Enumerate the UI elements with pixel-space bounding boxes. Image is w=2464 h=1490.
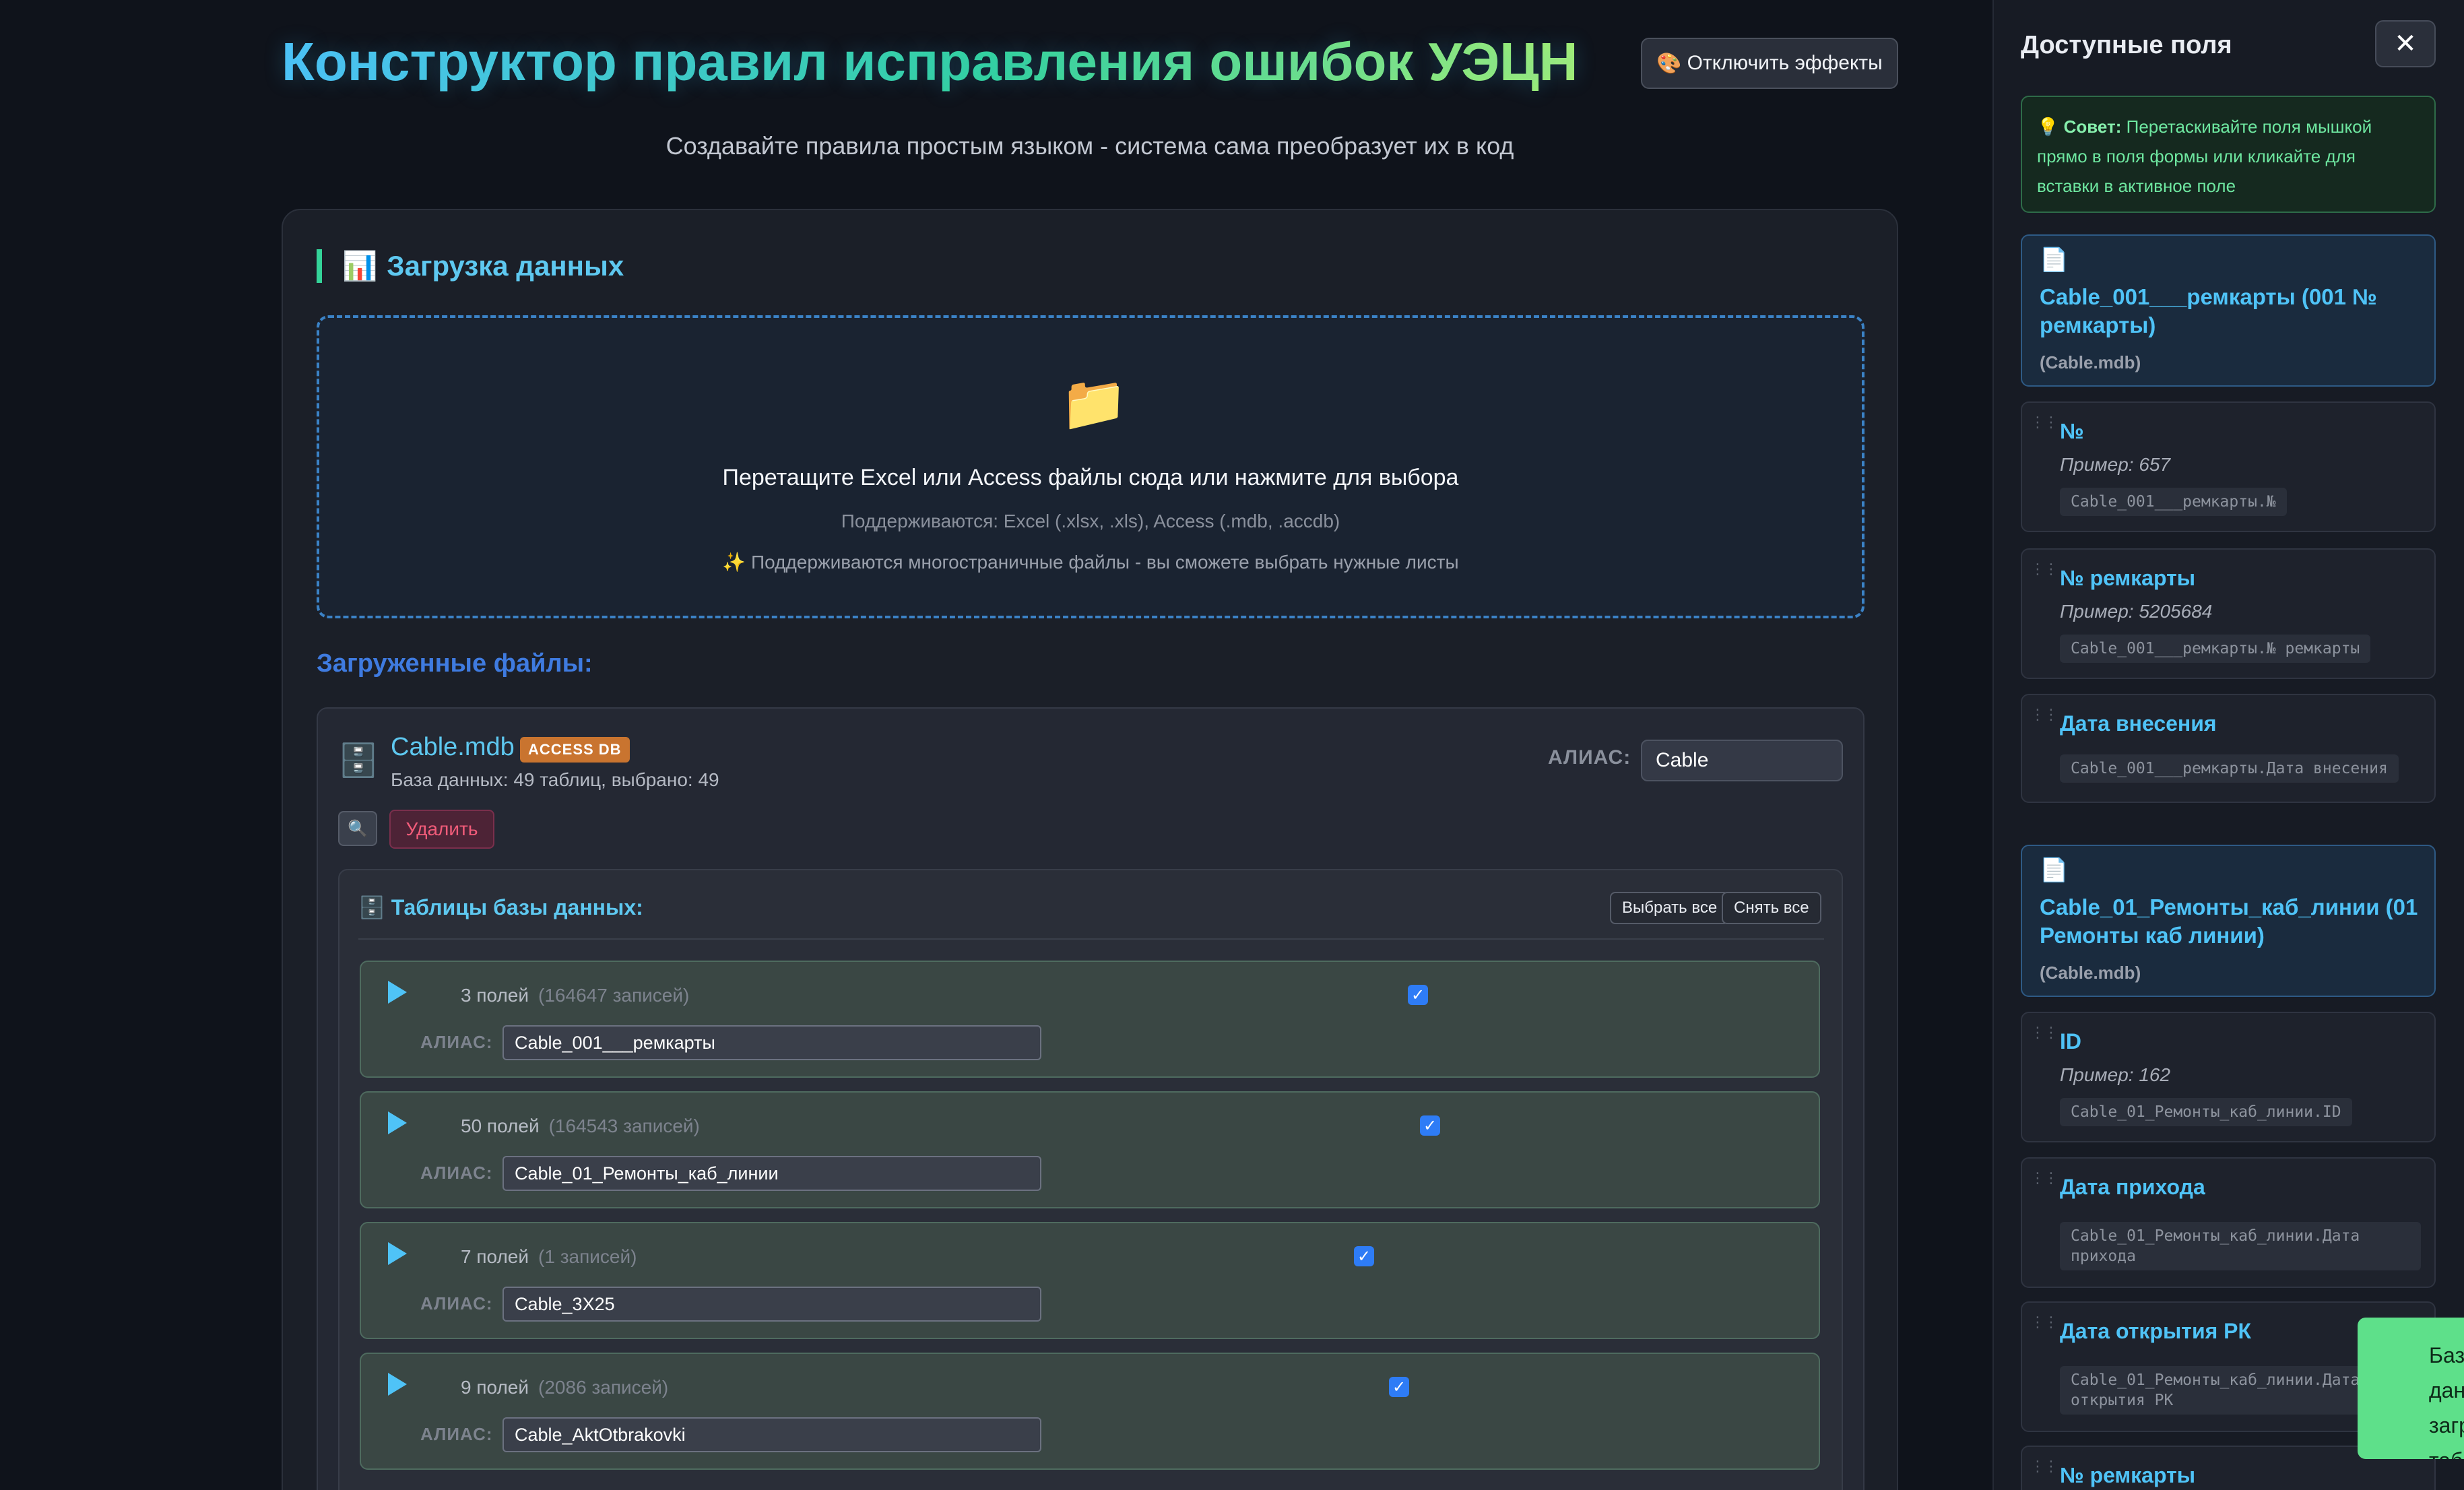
field-code: Cable_001___ремкарты.№	[2060, 488, 2287, 516]
field-example: Пример: 5205684	[2060, 601, 2213, 622]
drag-handle-icon[interactable]: ⋮⋮	[2030, 414, 2058, 431]
tip-label: Совет:	[2063, 117, 2122, 137]
field-group-name: Cable_01_Ремонты_каб_линии (01 Ремонты к…	[2040, 895, 2418, 948]
table-fields-count: 9 полей (2086 записей)	[461, 1377, 669, 1398]
document-icon: 📄	[2040, 247, 2069, 273]
disable-effects-button[interactable]: 🎨 Отключить эффекты	[1641, 38, 1898, 89]
field-item[interactable]: ⋮⋮ № Пример: 657 Cable_001___ремкарты.№	[2021, 401, 2436, 532]
file-alias-input[interactable]	[1641, 740, 1843, 781]
table-row: 7 полей (1 записей) ✓ АЛИАС: Cable_3X25	[360, 1222, 1820, 1339]
loaded-files-title: Загруженные файлы:	[317, 649, 593, 678]
field-group-header: 📄 Cable_01_Ремонты_каб_линии (01 Ремонты…	[2021, 845, 2436, 997]
dropzone-note: ✨ Поддерживаются многостраничные файлы -…	[722, 552, 1459, 573]
page-title: Конструктор правил исправления ошибок УЭ…	[282, 32, 1578, 92]
field-example: Пример: 657	[2060, 454, 2171, 475]
table-alias-label: АЛИАС:	[420, 1293, 493, 1314]
delete-file-button[interactable]: Удалить	[389, 810, 494, 849]
folder-icon: 📁	[1060, 373, 1128, 433]
drag-handle-icon[interactable]: ⋮⋮	[2030, 706, 2058, 723]
select-all-button[interactable]: Выбрать все	[1610, 892, 1730, 924]
tip-box: 💡 Совет: Перетаскивайте поля мышкой прям…	[2021, 96, 2436, 213]
field-group-header: 📄 Cable_001___ремкарты (001 № ремкарты) …	[2021, 234, 2436, 387]
drag-handle-icon[interactable]: ⋮⋮	[2030, 560, 2058, 578]
sidebar-title: Доступные поля	[2021, 31, 2232, 59]
file-name: Cable.mdb	[391, 733, 515, 761]
table-row: 9 полей (2086 записей) ✓ АЛИАС: Cable_Akt…	[360, 1353, 1820, 1470]
field-group-name: Cable_001___ремкарты (001 № ремкарты)	[2040, 284, 2377, 337]
toast-notification: База данных загружена: таблиц 49. Датасе…	[2358, 1318, 2464, 1459]
database-icon: 🗄️	[338, 743, 379, 779]
dropzone-text: Перетащите Excel или Access файлы сюда и…	[722, 465, 1459, 490]
field-item[interactable]: ⋮⋮ ID Пример: 162 Cable_01_Ремонты_каб_л…	[2021, 1012, 2436, 1142]
table-alias-input[interactable]: Cable_3X25	[502, 1287, 1041, 1322]
tables-title: 🗄️ Таблицы базы данных:	[358, 895, 643, 919]
expand-icon[interactable]	[388, 1373, 407, 1396]
table-alias-label: АЛИАС:	[420, 1032, 493, 1052]
field-name: № ремкарты	[2060, 566, 2196, 590]
table-fields-count: 50 полей (164543 записей)	[461, 1115, 700, 1136]
table-fields-count: 3 полей (164647 записей)	[461, 985, 690, 1006]
divider	[358, 938, 1824, 940]
expand-icon[interactable]	[388, 981, 407, 1004]
file-meta: База данных: 49 таблиц, выбрано: 49	[391, 769, 719, 790]
expand-icon[interactable]	[388, 1111, 407, 1134]
chart-icon: 📊	[342, 249, 378, 282]
field-name: Дата открытия РК	[2060, 1319, 2252, 1343]
table-checkbox[interactable]: ✓	[1354, 1246, 1374, 1266]
field-item[interactable]: ⋮⋮ Дата внесения Cable_001___ремкарты.Да…	[2021, 694, 2436, 803]
drag-handle-icon[interactable]: ⋮⋮	[2030, 1458, 2058, 1475]
deselect-all-button[interactable]: Снять все	[1722, 892, 1821, 924]
table-alias-input[interactable]: Cable_001___ремкарты	[502, 1025, 1041, 1060]
file-dropzone[interactable]: 📁 Перетащите Excel или Access файлы сюда…	[317, 315, 1865, 618]
field-example: Пример: 162	[2060, 1064, 2171, 1085]
field-item[interactable]: ⋮⋮ Дата прихода Cable_01_Ремонты_каб_лин…	[2021, 1157, 2436, 1288]
preview-button[interactable]: 🔍	[338, 811, 377, 846]
field-name: № ремкарты	[2060, 1463, 2196, 1487]
table-row: 50 полей (164543 записей) ✓ АЛИАС: Cable_…	[360, 1091, 1820, 1208]
field-code: Cable_01_Ремонты_каб_линии.ID	[2060, 1098, 2352, 1126]
expand-icon[interactable]	[388, 1242, 407, 1265]
field-name: ID	[2060, 1029, 2081, 1054]
close-sidebar-button[interactable]: ✕	[2375, 20, 2436, 67]
table-alias-input[interactable]: Cable_AktOtbrakovki	[502, 1417, 1041, 1452]
document-icon: 📄	[2040, 857, 2069, 883]
drag-handle-icon[interactable]: ⋮⋮	[2030, 1024, 2058, 1041]
file-type-badge: ACCESS DB	[520, 737, 630, 763]
field-code: Cable_01_Ремонты_каб_линии.Дата прихода	[2060, 1222, 2421, 1270]
palette-icon: 🎨	[1656, 52, 1682, 75]
field-group-source: (Cable.mdb)	[2040, 963, 2141, 983]
dropzone-formats: Поддерживаются: Excel (.xlsx, .xls), Acc…	[841, 511, 1340, 531]
table-records-count: (1 записей)	[538, 1246, 637, 1267]
table-records-count: (164647 записей)	[538, 985, 690, 1006]
field-item[interactable]: ⋮⋮ № ремкарты Пример: 5205684 Cable_001_…	[2021, 548, 2436, 679]
page-subtitle: Создавайте правила простым языком - сист…	[666, 132, 1514, 160]
field-name: №	[2060, 419, 2084, 443]
file-alias-label: АЛИАС:	[1548, 746, 1631, 769]
table-row: 3 полей (164647 записей) ✓ АЛИАС: Cable_0…	[360, 961, 1820, 1078]
table-records-count: (164543 записей)	[548, 1115, 700, 1136]
field-name: Дата внесения	[2060, 711, 2217, 736]
close-icon: ✕	[2394, 29, 2417, 59]
table-alias-label: АЛИАС:	[420, 1424, 493, 1444]
disable-effects-label: Отключить эффекты	[1687, 52, 1883, 74]
table-checkbox[interactable]: ✓	[1408, 985, 1428, 1005]
field-code: Cable_001___ремкарты.№ ремкарты	[2060, 635, 2371, 663]
upload-section-label: Загрузка данных	[387, 250, 624, 282]
field-name: Дата прихода	[2060, 1175, 2205, 1199]
lightbulb-icon: 💡	[2037, 117, 2059, 137]
field-group-source: (Cable.mdb)	[2040, 352, 2141, 372]
drag-handle-icon[interactable]: ⋮⋮	[2030, 1314, 2058, 1331]
drag-handle-icon[interactable]: ⋮⋮	[2030, 1169, 2058, 1187]
table-alias-input[interactable]: Cable_01_Ремонты_каб_линии	[502, 1156, 1041, 1191]
table-checkbox[interactable]: ✓	[1389, 1377, 1409, 1397]
field-code: Cable_001___ремкарты.Дата внесения	[2060, 754, 2399, 783]
upload-section-title: 📊 Загрузка данных	[317, 249, 624, 283]
search-icon: 🔍	[348, 819, 368, 838]
table-alias-label: АЛИАС:	[420, 1163, 493, 1183]
table-fields-count: 7 полей (1 записей)	[461, 1246, 637, 1267]
table-records-count: (2086 записей)	[538, 1377, 669, 1398]
table-checkbox[interactable]: ✓	[1420, 1115, 1440, 1136]
